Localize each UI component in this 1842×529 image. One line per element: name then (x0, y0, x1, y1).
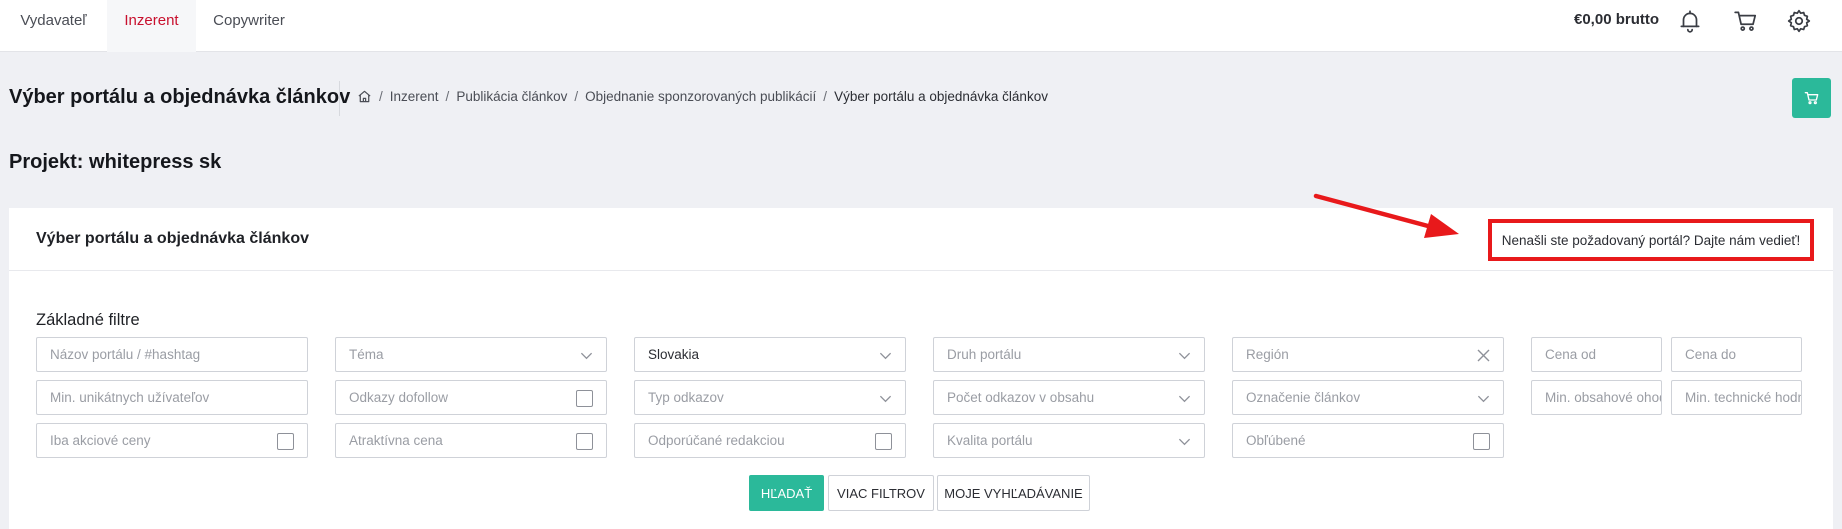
gear-icon[interactable] (1786, 8, 1812, 34)
topic-placeholder: Téma (349, 347, 384, 362)
article-mark-placeholder: Označenie článkov (1246, 390, 1361, 405)
topic-select[interactable]: Téma (335, 337, 607, 372)
link-type-select[interactable]: Typ odkazov (634, 380, 906, 415)
cart-icon[interactable] (1733, 8, 1759, 34)
recommended-checkbox[interactable] (875, 433, 892, 450)
home-icon[interactable] (357, 89, 372, 104)
portal-name-input[interactable] (36, 337, 308, 372)
chevron-down-icon (1477, 395, 1490, 403)
portal-type-placeholder: Druh portálu (947, 347, 1022, 362)
price-to-text[interactable] (1685, 347, 1801, 362)
chevron-down-icon (879, 352, 892, 360)
breadcrumb-separator: / (379, 89, 383, 104)
min-content-rating-text[interactable] (1545, 390, 1661, 405)
tab-copywriter[interactable]: Copywriter (196, 0, 302, 52)
article-mark-select[interactable]: Označenie článkov (1232, 380, 1504, 415)
chevron-down-icon (879, 395, 892, 403)
attractive-price-checkbox[interactable] (576, 433, 593, 450)
min-technical-rating-text[interactable] (1685, 390, 1801, 405)
project-title: Projekt: whitepress sk (9, 151, 222, 173)
portal-name-text[interactable] (50, 347, 307, 362)
breadcrumb-separator: / (445, 89, 450, 104)
attractive-price-checkbox-field[interactable]: Atraktívna cena (335, 423, 607, 458)
min-users-text[interactable] (50, 390, 307, 405)
min-content-rating-input[interactable] (1531, 380, 1662, 415)
favorites-checkbox-field[interactable]: Obľúbené (1232, 423, 1504, 458)
chevron-down-icon (580, 352, 593, 360)
link-count-placeholder: Počet odkazov v obsahu (947, 390, 1095, 405)
my-searches-button[interactable]: MOJE VYHĽADÁVANIE (937, 475, 1090, 511)
panel-title: Výber portálu a objednávka článkov (36, 230, 309, 247)
country-select[interactable]: Slovakia (634, 337, 906, 372)
basic-filters-title: Základné filtre (36, 311, 140, 329)
dofollow-checkbox[interactable] (576, 390, 593, 407)
portal-quality-select[interactable]: Kvalita portálu (933, 423, 1205, 458)
missing-portal-link[interactable]: Nenašli ste požadovaný portál? Dajte nám… (1488, 219, 1814, 261)
tab-advertiser[interactable]: Inzerent (107, 0, 196, 52)
chevron-down-icon (1178, 352, 1191, 360)
country-value: Slovakia (648, 347, 700, 362)
favorites-label: Obľúbené (1246, 433, 1306, 448)
breadcrumb: / Inzerent / Publikácia článkov / Objedn… (357, 89, 1048, 104)
favorites-checkbox[interactable] (1473, 433, 1490, 450)
recommended-checkbox-field[interactable]: Odporúčané redakciou (634, 423, 906, 458)
breadcrumb-sponsored-order[interactable]: Objednanie sponzorovaných publikácií (585, 89, 816, 104)
more-filters-button[interactable]: VIAC FILTROV (828, 475, 934, 511)
price-to-input[interactable] (1671, 337, 1802, 372)
min-technical-rating-input[interactable] (1671, 380, 1802, 415)
breadcrumb-separator: / (823, 89, 828, 104)
promo-prices-checkbox[interactable] (277, 433, 294, 450)
region-select[interactable]: Región (1232, 337, 1504, 372)
attractive-price-label: Atraktívna cena (349, 433, 443, 448)
recommended-label: Odporúčané redakciou (648, 433, 785, 448)
breadcrumb-separator: / (574, 89, 579, 104)
top-navigation-bar: Vydavateľ Inzerent Copywriter €0,00 brut… (0, 0, 1842, 52)
link-count-select[interactable]: Počet odkazov v obsahu (933, 380, 1205, 415)
breadcrumb-current: Výber portálu a objednávka článkov (834, 89, 1048, 104)
promo-prices-label: Iba akciové ceny (50, 433, 151, 448)
price-from-text[interactable] (1545, 347, 1661, 362)
dofollow-checkbox-field[interactable]: Odkazy dofollow (335, 380, 607, 415)
cart-total[interactable]: €0,00 brutto (1574, 11, 1659, 28)
breadcrumb-advertiser[interactable]: Inzerent (390, 89, 439, 104)
title-divider (339, 81, 340, 116)
clear-icon[interactable] (1476, 348, 1491, 363)
chevron-down-icon (1178, 438, 1191, 446)
tab-publisher[interactable]: Vydavateľ (0, 0, 107, 52)
chevron-down-icon (1178, 395, 1191, 403)
page-title: Výber portálu a objednávka článkov (9, 86, 351, 108)
link-type-placeholder: Typ odkazov (648, 390, 724, 405)
portal-quality-placeholder: Kvalita portálu (947, 433, 1033, 448)
cart-icon (1804, 92, 1818, 105)
promo-prices-checkbox-field[interactable]: Iba akciové ceny (36, 423, 308, 458)
dofollow-label: Odkazy dofollow (349, 390, 449, 405)
min-users-input[interactable] (36, 380, 308, 415)
portal-type-select[interactable]: Druh portálu (933, 337, 1205, 372)
region-placeholder: Región (1246, 347, 1289, 362)
bell-icon[interactable] (1677, 8, 1703, 34)
panel-header: Výber portálu a objednávka článkov Nenaš… (9, 208, 1833, 271)
search-button[interactable]: HĽADAŤ (749, 475, 824, 511)
price-from-input[interactable] (1531, 337, 1662, 372)
breadcrumb-article-publishing[interactable]: Publikácia článkov (456, 89, 567, 104)
cart-button[interactable] (1792, 78, 1831, 118)
